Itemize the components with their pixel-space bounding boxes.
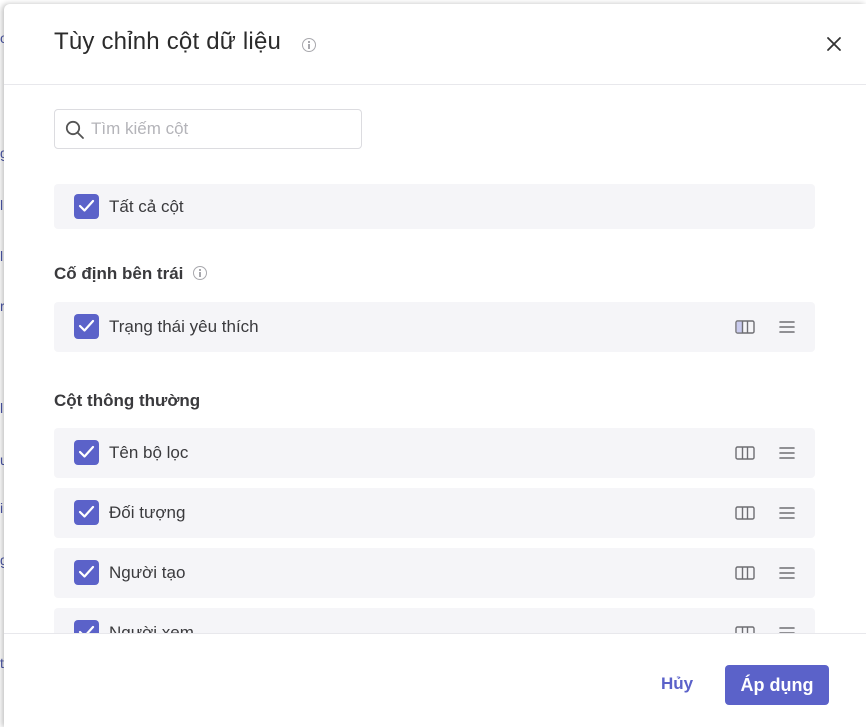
pin-column-icon[interactable] — [735, 320, 755, 334]
pin-column-icon[interactable] — [735, 506, 755, 520]
drag-handle-icon[interactable] — [778, 320, 796, 334]
close-button[interactable] — [822, 32, 846, 56]
column-row[interactable]: Người tạo — [54, 548, 815, 598]
close-icon — [827, 37, 841, 51]
column-row[interactable]: Người xem — [54, 608, 815, 633]
pin-column-icon[interactable] — [735, 446, 755, 460]
column-checkbox[interactable] — [74, 620, 99, 633]
info-icon[interactable] — [193, 266, 207, 280]
column-label: Tên bộ lọc — [109, 443, 189, 462]
column-label: Đối tượng — [109, 503, 186, 522]
checkbox-checked-icon — [78, 625, 95, 633]
search-icon — [65, 120, 84, 139]
dialog-footer: Hủy Áp dụng — [4, 633, 866, 727]
apply-button[interactable]: Áp dụng — [725, 665, 829, 705]
select-all-checkbox[interactable] — [74, 194, 99, 219]
checkbox-checked-icon — [78, 565, 95, 578]
column-row[interactable]: Tên bộ lọc — [54, 428, 815, 478]
dialog-header: Tùy chỉnh cột dữ liệu — [4, 4, 866, 85]
search-field[interactable] — [54, 109, 362, 149]
column-label: Trạng thái yêu thích — [109, 317, 259, 336]
info-icon[interactable] — [302, 38, 316, 52]
column-checkbox[interactable] — [74, 314, 99, 339]
section-title-pinned: Cố định bên trái — [54, 264, 184, 283]
column-checkbox[interactable] — [74, 500, 99, 525]
cancel-button[interactable]: Hủy — [642, 664, 712, 704]
checkbox-checked-icon — [78, 319, 95, 332]
checkbox-checked-icon — [78, 199, 95, 212]
customize-columns-dialog: Tùy chỉnh cột dữ liệu Tất cả cột — [4, 4, 866, 727]
column-checkbox[interactable] — [74, 440, 99, 465]
checkbox-checked-icon — [78, 505, 95, 518]
column-label: Người tạo — [109, 563, 186, 582]
drag-handle-icon[interactable] — [778, 566, 796, 580]
drag-handle-icon[interactable] — [778, 506, 796, 520]
drag-handle-icon[interactable] — [778, 446, 796, 460]
pin-column-icon[interactable] — [735, 566, 755, 580]
column-row[interactable]: Đối tượng — [54, 488, 815, 538]
pin-column-icon[interactable] — [735, 626, 755, 633]
dialog-title: Tùy chỉnh cột dữ liệu — [54, 28, 282, 55]
column-row[interactable]: Trạng thái yêu thích — [54, 302, 815, 352]
checkbox-checked-icon — [78, 445, 95, 458]
drag-handle-icon[interactable] — [778, 626, 796, 633]
section-title-regular: Cột thông thường — [54, 391, 201, 410]
select-all-label: Tất cả cột — [109, 197, 184, 216]
select-all-row[interactable]: Tất cả cột — [54, 184, 815, 229]
column-checkbox[interactable] — [74, 560, 99, 585]
dialog-body[interactable]: Tất cả cột Cố định bên trái Trạng thái y… — [4, 85, 866, 633]
column-label: Người xem — [109, 623, 194, 633]
search-input[interactable] — [91, 110, 351, 148]
